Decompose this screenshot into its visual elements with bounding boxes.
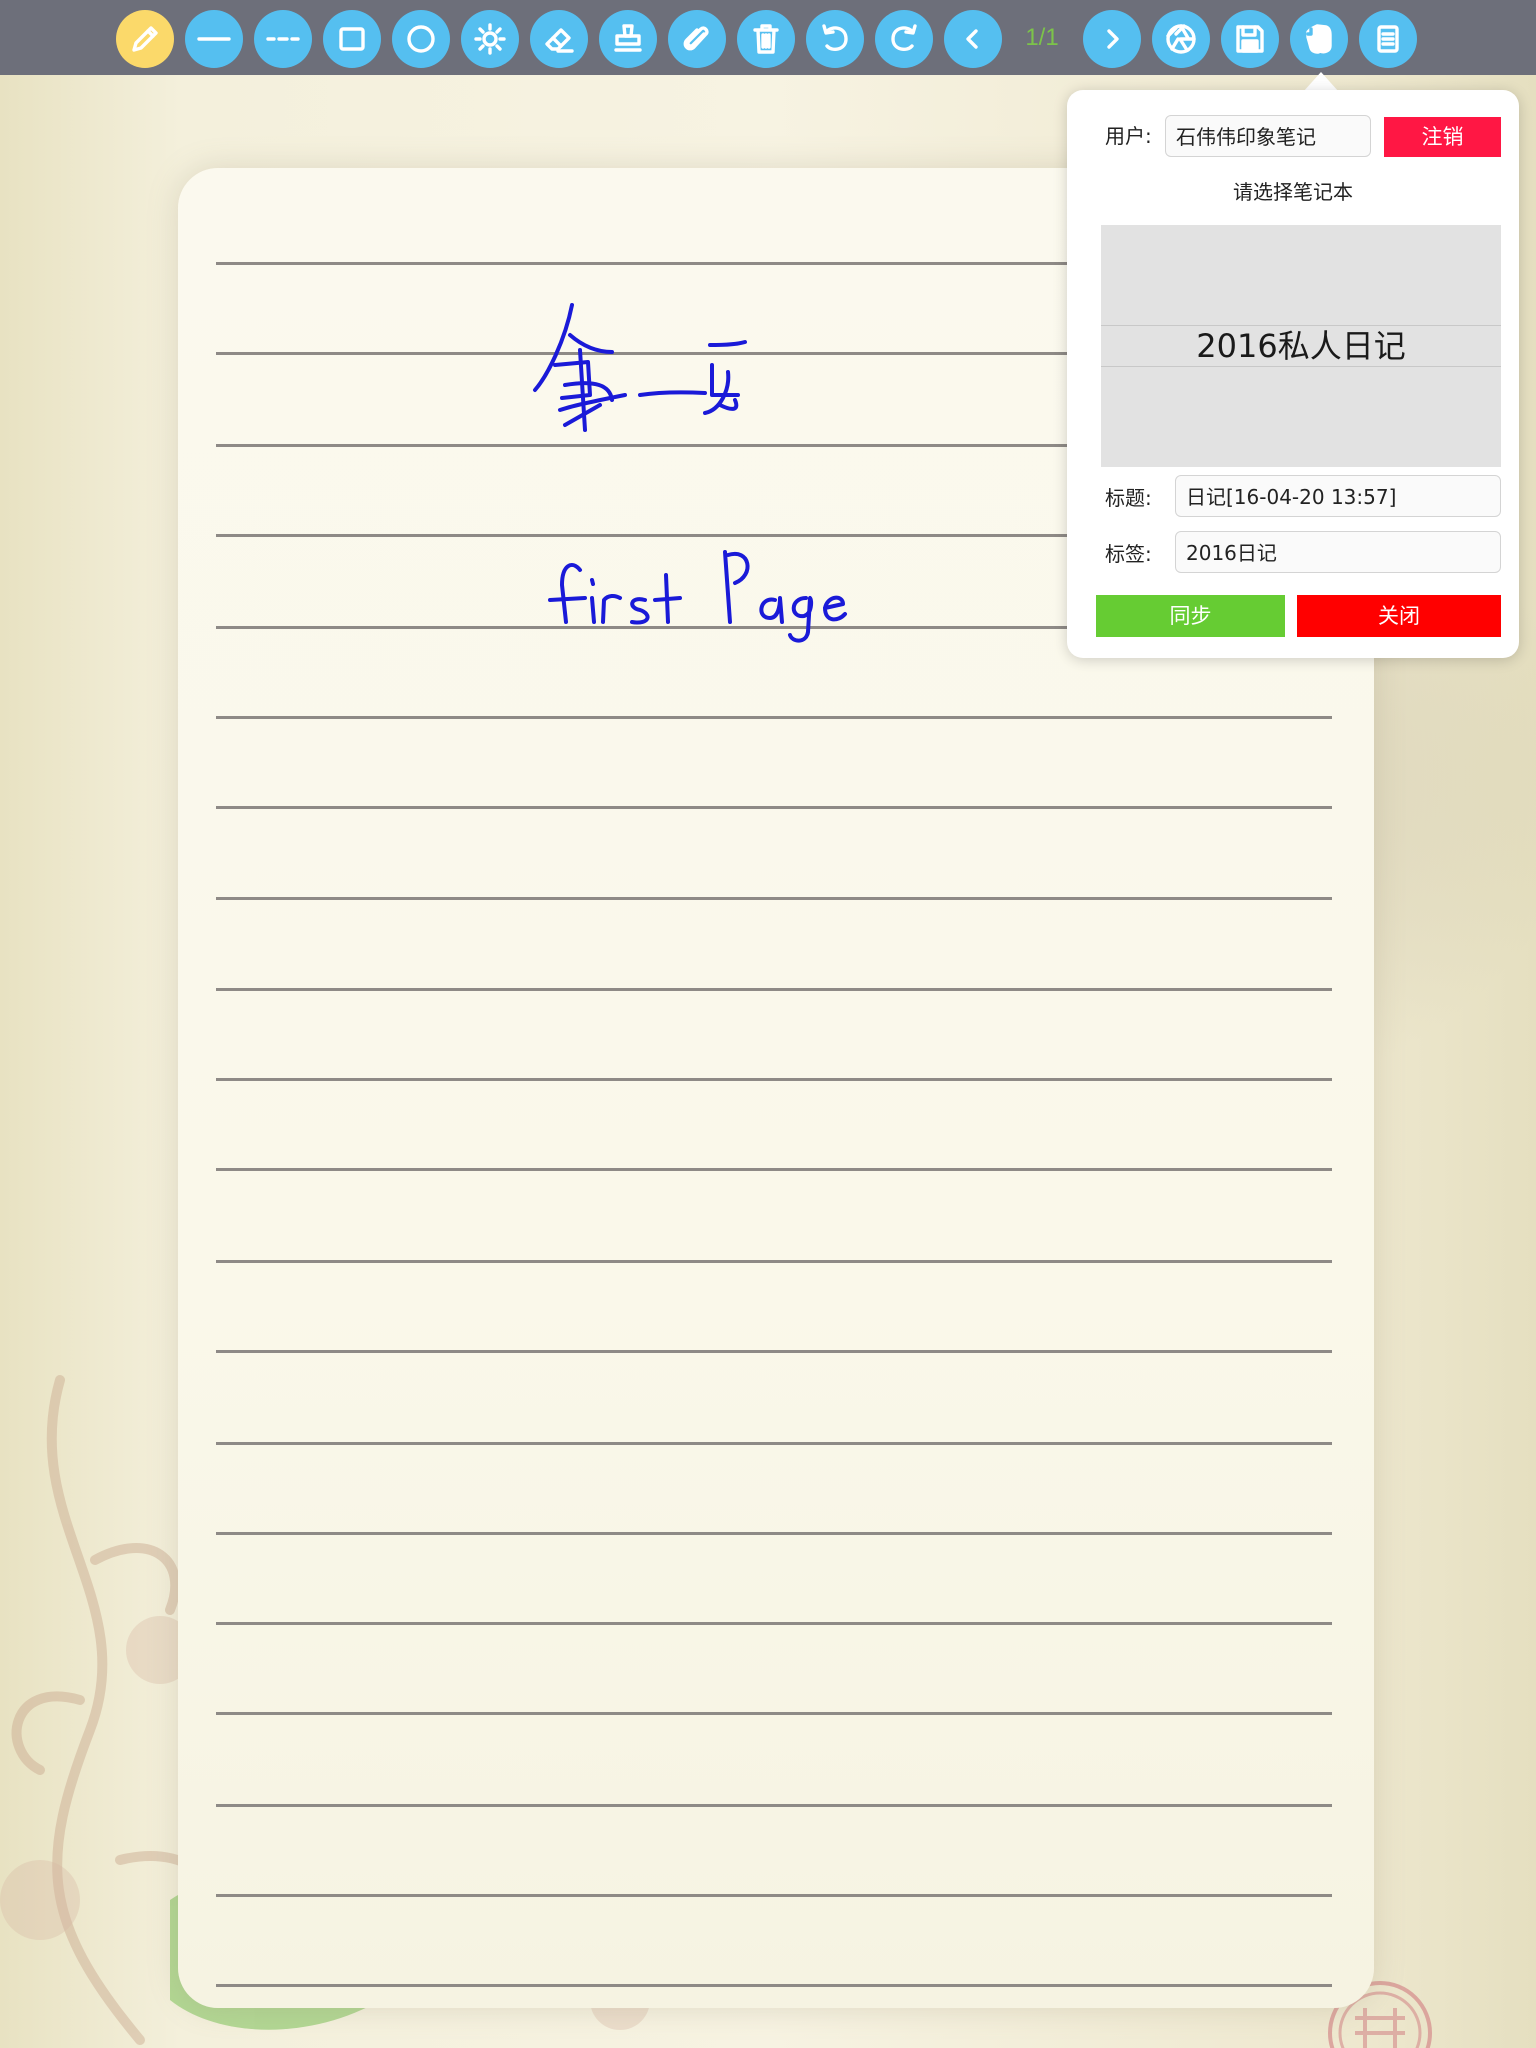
tags-input[interactable]: 2016日记: [1175, 531, 1501, 573]
brightness-button[interactable]: [461, 10, 519, 68]
chevron-right-icon: [1107, 29, 1119, 49]
ruled-line: [216, 1532, 1332, 1535]
dashed-line-icon: [266, 37, 300, 41]
user-field[interactable]: 石伟伟印象笔记: [1165, 115, 1371, 157]
eraser-icon: [545, 28, 574, 53]
logout-button[interactable]: 注销: [1384, 117, 1501, 157]
pencil-tool-button[interactable]: [116, 10, 174, 68]
circle-tool-button[interactable]: [392, 10, 450, 68]
stamp-icon: [614, 24, 642, 52]
ruled-line: [216, 897, 1332, 900]
ruled-line: [216, 716, 1332, 719]
rectangle-icon: [339, 27, 365, 51]
user-label: 用户:: [1105, 124, 1152, 148]
evernote-elephant-icon: [1306, 24, 1332, 54]
title-label: 标题:: [1105, 486, 1152, 510]
redo-button[interactable]: [875, 10, 933, 68]
tags-label: 标签:: [1105, 542, 1152, 566]
picker-selected-option[interactable]: 2016私人日记: [1101, 325, 1501, 367]
ruled-line: [216, 806, 1332, 809]
popover-arrow: [1303, 72, 1339, 92]
ruled-line: [216, 1894, 1332, 1897]
floppy-disk-icon: [1236, 25, 1264, 53]
prev-page-button[interactable]: [944, 10, 1002, 68]
aperture-icon: [1166, 24, 1196, 54]
paperclip-icon: [683, 26, 709, 51]
undo-icon: [822, 24, 848, 52]
attach-button[interactable]: [668, 10, 726, 68]
solid-line-tool-button[interactable]: [185, 10, 243, 68]
evernote-sync-popover: 用户: 石伟伟印象笔记 注销 请选择笔记本 2016私人日记 标题: 日记[16…: [1067, 90, 1519, 658]
evernote-button[interactable]: [1290, 10, 1348, 68]
dashed-line-tool-button[interactable]: [254, 10, 312, 68]
ruled-line: [216, 1078, 1332, 1081]
ruled-line: [216, 1260, 1332, 1263]
ruled-line: [216, 1712, 1332, 1715]
sun-icon: [474, 23, 506, 55]
toolbar: 1/1: [0, 0, 1536, 75]
chevron-left-icon: [966, 29, 978, 49]
close-button[interactable]: 关闭: [1297, 595, 1501, 637]
ruled-line: [216, 1350, 1332, 1353]
circle-icon: [407, 25, 435, 53]
camera-button[interactable]: [1152, 10, 1210, 68]
save-button[interactable]: [1221, 10, 1279, 68]
next-page-button[interactable]: [1083, 10, 1141, 68]
menu-button[interactable]: [1359, 10, 1417, 68]
pencil-icon: [132, 26, 158, 52]
ruled-line: [216, 1984, 1332, 1987]
eraser-tool-button[interactable]: [530, 10, 588, 68]
trash-icon: [753, 24, 779, 54]
ruled-line: [216, 1804, 1332, 1807]
delete-button[interactable]: [737, 10, 795, 68]
choose-notebook-label: 请选择笔记本: [1233, 180, 1353, 204]
stamp-tool-button[interactable]: [599, 10, 657, 68]
sync-button[interactable]: 同步: [1096, 595, 1285, 637]
solid-line-icon: [197, 37, 231, 41]
undo-button[interactable]: [806, 10, 864, 68]
list-icon: [1377, 25, 1399, 53]
ruled-line: [216, 1622, 1332, 1625]
page-indicator: 1/1: [1025, 24, 1059, 51]
notebook-picker[interactable]: 2016私人日记: [1101, 225, 1501, 467]
ruled-line: [216, 988, 1332, 991]
redo-icon: [891, 24, 917, 52]
ruled-line: [216, 1168, 1332, 1171]
rectangle-tool-button[interactable]: [323, 10, 381, 68]
ruled-line: [216, 1442, 1332, 1445]
title-input[interactable]: 日记[16-04-20 13:57]: [1175, 475, 1501, 517]
